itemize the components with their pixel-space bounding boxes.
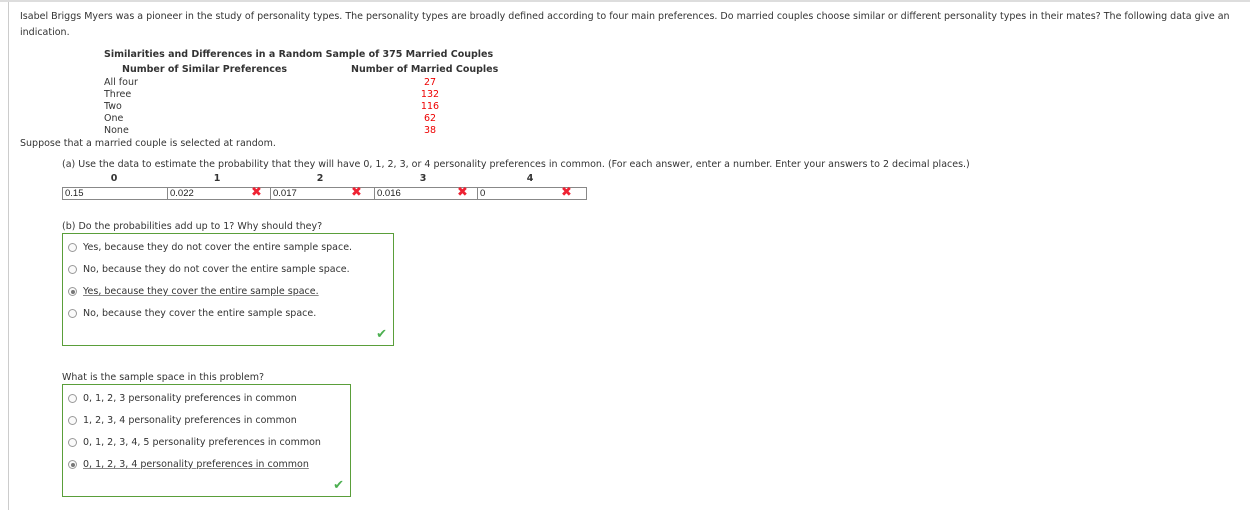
sample-space-choice-group: 0, 1, 2, 3 personality preferences in co… [62, 384, 351, 497]
radio-button[interactable] [68, 394, 77, 403]
intro-text: Isabel Briggs Myers was a pioneer in the… [20, 11, 1230, 38]
radio-button[interactable] [68, 309, 77, 318]
radio-button[interactable] [68, 416, 77, 425]
table-row-value: 38 [423, 125, 437, 136]
table-row-label: One [104, 113, 124, 124]
incorrect-x-icon: ✖ [561, 185, 572, 200]
table-row-value: 62 [423, 113, 437, 124]
radio-button[interactable] [68, 438, 77, 447]
frame-left-border [8, 2, 9, 510]
part-b-option[interactable]: No, because they cover the entire sample… [68, 308, 316, 319]
table-row-label: Three [104, 89, 132, 100]
sample-space-option-selected[interactable]: 0, 1, 2, 3, 4 personality preferences in… [68, 459, 309, 470]
radio-button[interactable] [68, 265, 77, 274]
incorrect-x-icon: ✖ [251, 185, 262, 200]
part-b-option[interactable]: Yes, because they do not cover the entir… [68, 242, 352, 253]
radio-button[interactable] [68, 243, 77, 252]
table-row-value: 27 [423, 77, 437, 88]
incorrect-x-icon: ✖ [351, 185, 362, 200]
answer-input-2[interactable] [270, 187, 380, 200]
column-header-3: 3 [419, 173, 427, 184]
sample-space-prompt: What is the sample space in this problem… [62, 372, 265, 383]
part-b-choice-group: Yes, because they do not cover the entir… [62, 233, 394, 346]
sample-space-option[interactable]: 0, 1, 2, 3 personality preferences in co… [68, 393, 297, 404]
column-header-2: 2 [316, 173, 324, 184]
table-header-married-couples: Number of Married Couples [351, 64, 499, 75]
part-b-option[interactable]: No, because they do not cover the entire… [68, 264, 350, 275]
frame-top-border [0, 0, 1250, 2]
column-header-1: 1 [213, 173, 221, 184]
incorrect-x-icon: ✖ [457, 185, 468, 200]
answer-input-0[interactable] [62, 187, 172, 200]
suppose-text: Suppose that a married couple is selecte… [20, 138, 276, 149]
part-b-prompt: (b) Do the probabilities add up to 1? Wh… [62, 221, 323, 232]
table-header-similar-preferences: Number of Similar Preferences [122, 64, 288, 75]
table-row-value: 132 [420, 89, 440, 100]
table-title: Similarities and Differences in a Random… [104, 49, 494, 60]
table-row-label: None [104, 125, 129, 136]
radio-button-selected[interactable] [68, 460, 77, 469]
column-header-0: 0 [110, 173, 118, 184]
radio-button-selected[interactable] [68, 287, 77, 296]
table-row-value: 116 [420, 101, 440, 112]
sample-space-option[interactable]: 1, 2, 3, 4 personality preferences in co… [68, 415, 297, 426]
table-row-label: Two [104, 101, 122, 112]
part-a-prompt: (a) Use the data to estimate the probabi… [62, 159, 970, 170]
column-header-4: 4 [526, 173, 534, 184]
table-row-label: All four [104, 77, 138, 88]
correct-check-icon: ✔ [333, 478, 344, 493]
sample-space-option[interactable]: 0, 1, 2, 3, 4, 5 personality preferences… [68, 437, 321, 448]
correct-check-icon: ✔ [376, 327, 387, 342]
part-b-option-selected[interactable]: Yes, because they cover the entire sampl… [68, 286, 319, 297]
